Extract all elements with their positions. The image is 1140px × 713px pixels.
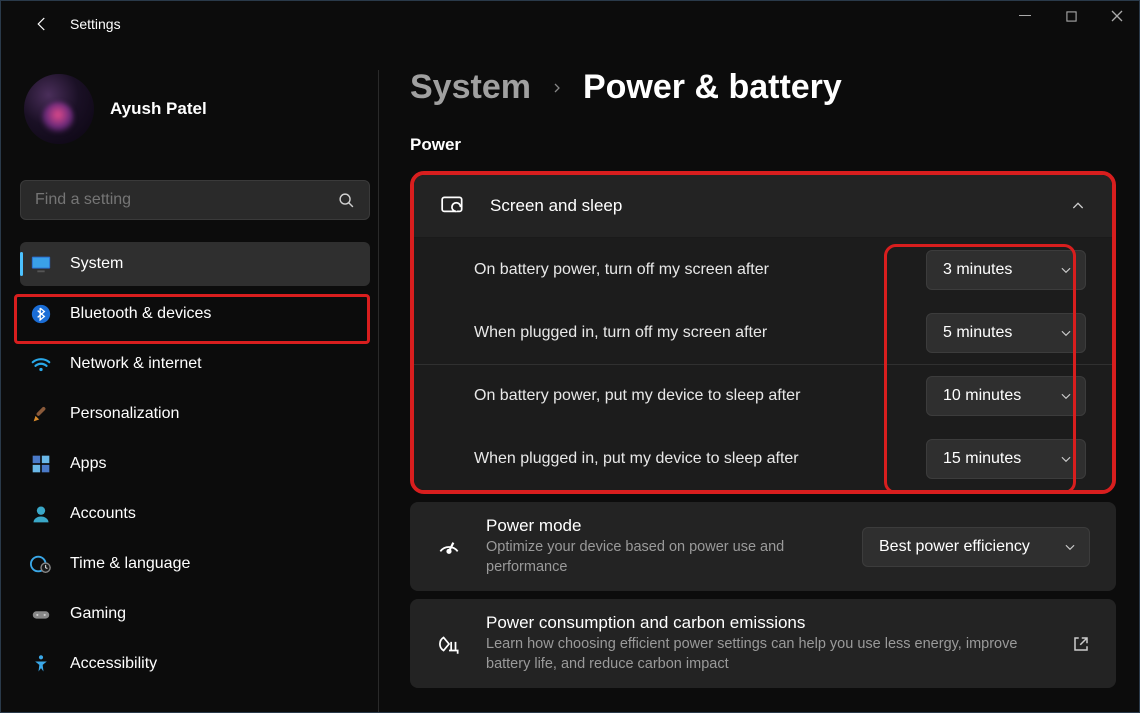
sidebar-item-label: Bluetooth & devices	[70, 305, 211, 323]
power-mode-desc: Optimize your device based on power use …	[486, 538, 838, 577]
carbon-title: Power consumption and carbon emissions	[486, 613, 1048, 633]
sidebar-item-label: Accessibility	[70, 655, 157, 673]
power-mode-icon	[436, 534, 462, 560]
screen-sleep-icon	[440, 193, 466, 219]
sidebar-item-label: Apps	[70, 455, 106, 473]
avatar[interactable]	[24, 74, 94, 144]
sidebar-item-label: System	[70, 255, 123, 273]
back-button[interactable]	[22, 4, 62, 44]
power-mode-card[interactable]: Power mode Optimize your device based on…	[410, 502, 1116, 591]
chevron-right-icon	[551, 82, 563, 94]
chevron-down-icon	[1059, 326, 1073, 340]
sidebar-item-time[interactable]: Time & language	[20, 542, 370, 586]
screen-sleep-card: Screen and sleep On battery power, turn …	[410, 171, 1116, 494]
sleep-battery-dropdown[interactable]: 10 minutes	[926, 376, 1086, 416]
setting-label: On battery power, put my device to sleep…	[474, 387, 926, 405]
dropdown-value: 15 minutes	[943, 450, 1021, 468]
sidebar-item-apps[interactable]: Apps	[20, 442, 370, 486]
sidebar-item-label: Personalization	[70, 405, 179, 423]
open-external-icon[interactable]	[1072, 635, 1090, 653]
setting-label: On battery power, turn off my screen aft…	[474, 261, 926, 279]
search-input[interactable]	[20, 180, 370, 220]
chevron-down-icon	[1059, 452, 1073, 466]
screen-sleep-header[interactable]: Screen and sleep	[414, 175, 1112, 237]
gamepad-icon	[30, 603, 52, 625]
screen-sleep-title: Screen and sleep	[490, 196, 1046, 216]
setting-label: When plugged in, turn off my screen afte…	[474, 324, 926, 342]
carbon-desc: Learn how choosing efficient power setti…	[486, 635, 1048, 674]
maximize-button[interactable]	[1048, 0, 1094, 32]
sidebar-item-label: Accounts	[70, 505, 136, 523]
bluetooth-icon	[30, 303, 52, 325]
chevron-up-icon	[1070, 198, 1086, 214]
dropdown-value: 5 minutes	[943, 324, 1012, 342]
sidebar-item-network[interactable]: Network & internet	[20, 342, 370, 386]
chevron-down-icon	[1063, 540, 1077, 554]
search-input-field[interactable]	[35, 191, 338, 209]
power-mode-title: Power mode	[486, 516, 838, 536]
setting-label: When plugged in, put my device to sleep …	[474, 450, 926, 468]
breadcrumb-leaf: Power & battery	[583, 68, 842, 107]
search-icon	[338, 192, 355, 209]
breadcrumb-root[interactable]: System	[410, 68, 531, 107]
monitor-icon	[30, 253, 52, 275]
dropdown-value: 10 minutes	[943, 387, 1021, 405]
breadcrumb: System Power & battery	[410, 68, 1116, 107]
accessibility-icon	[30, 653, 52, 675]
sidebar-item-bluetooth[interactable]: Bluetooth & devices	[20, 292, 370, 336]
chevron-down-icon	[1059, 389, 1073, 403]
wifi-icon	[30, 353, 52, 375]
sidebar-item-system[interactable]: System	[20, 242, 370, 286]
sidebar-item-accessibility[interactable]: Accessibility	[20, 642, 370, 686]
power-mode-dropdown[interactable]: Best power efficiency	[862, 527, 1090, 567]
screen-off-plugged-dropdown[interactable]: 5 minutes	[926, 313, 1086, 353]
sidebar-item-gaming[interactable]: Gaming	[20, 592, 370, 636]
sidebar-item-label: Time & language	[70, 555, 190, 573]
sidebar-item-accounts[interactable]: Accounts	[20, 492, 370, 536]
close-button[interactable]	[1094, 0, 1140, 32]
apps-icon	[30, 453, 52, 475]
window-title: Settings	[62, 16, 121, 32]
sleep-plugged-dropdown[interactable]: 15 minutes	[926, 439, 1086, 479]
sidebar-item-personalization[interactable]: Personalization	[20, 392, 370, 436]
chevron-down-icon	[1059, 263, 1073, 277]
dropdown-value: Best power efficiency	[879, 538, 1030, 556]
carbon-emissions-card[interactable]: Power consumption and carbon emissions L…	[410, 599, 1116, 688]
minimize-button[interactable]	[1002, 0, 1048, 32]
leaf-plug-icon	[436, 631, 462, 657]
dropdown-value: 3 minutes	[943, 261, 1012, 279]
paintbrush-icon	[30, 403, 52, 425]
sidebar-item-label: Network & internet	[70, 355, 202, 373]
clock-globe-icon	[30, 553, 52, 575]
person-icon	[30, 503, 52, 525]
sidebar-divider	[378, 70, 379, 713]
sidebar-item-label: Gaming	[70, 605, 126, 623]
screen-off-battery-dropdown[interactable]: 3 minutes	[926, 250, 1086, 290]
section-title-power: Power	[410, 135, 1116, 155]
profile-name[interactable]: Ayush Patel	[110, 99, 207, 119]
